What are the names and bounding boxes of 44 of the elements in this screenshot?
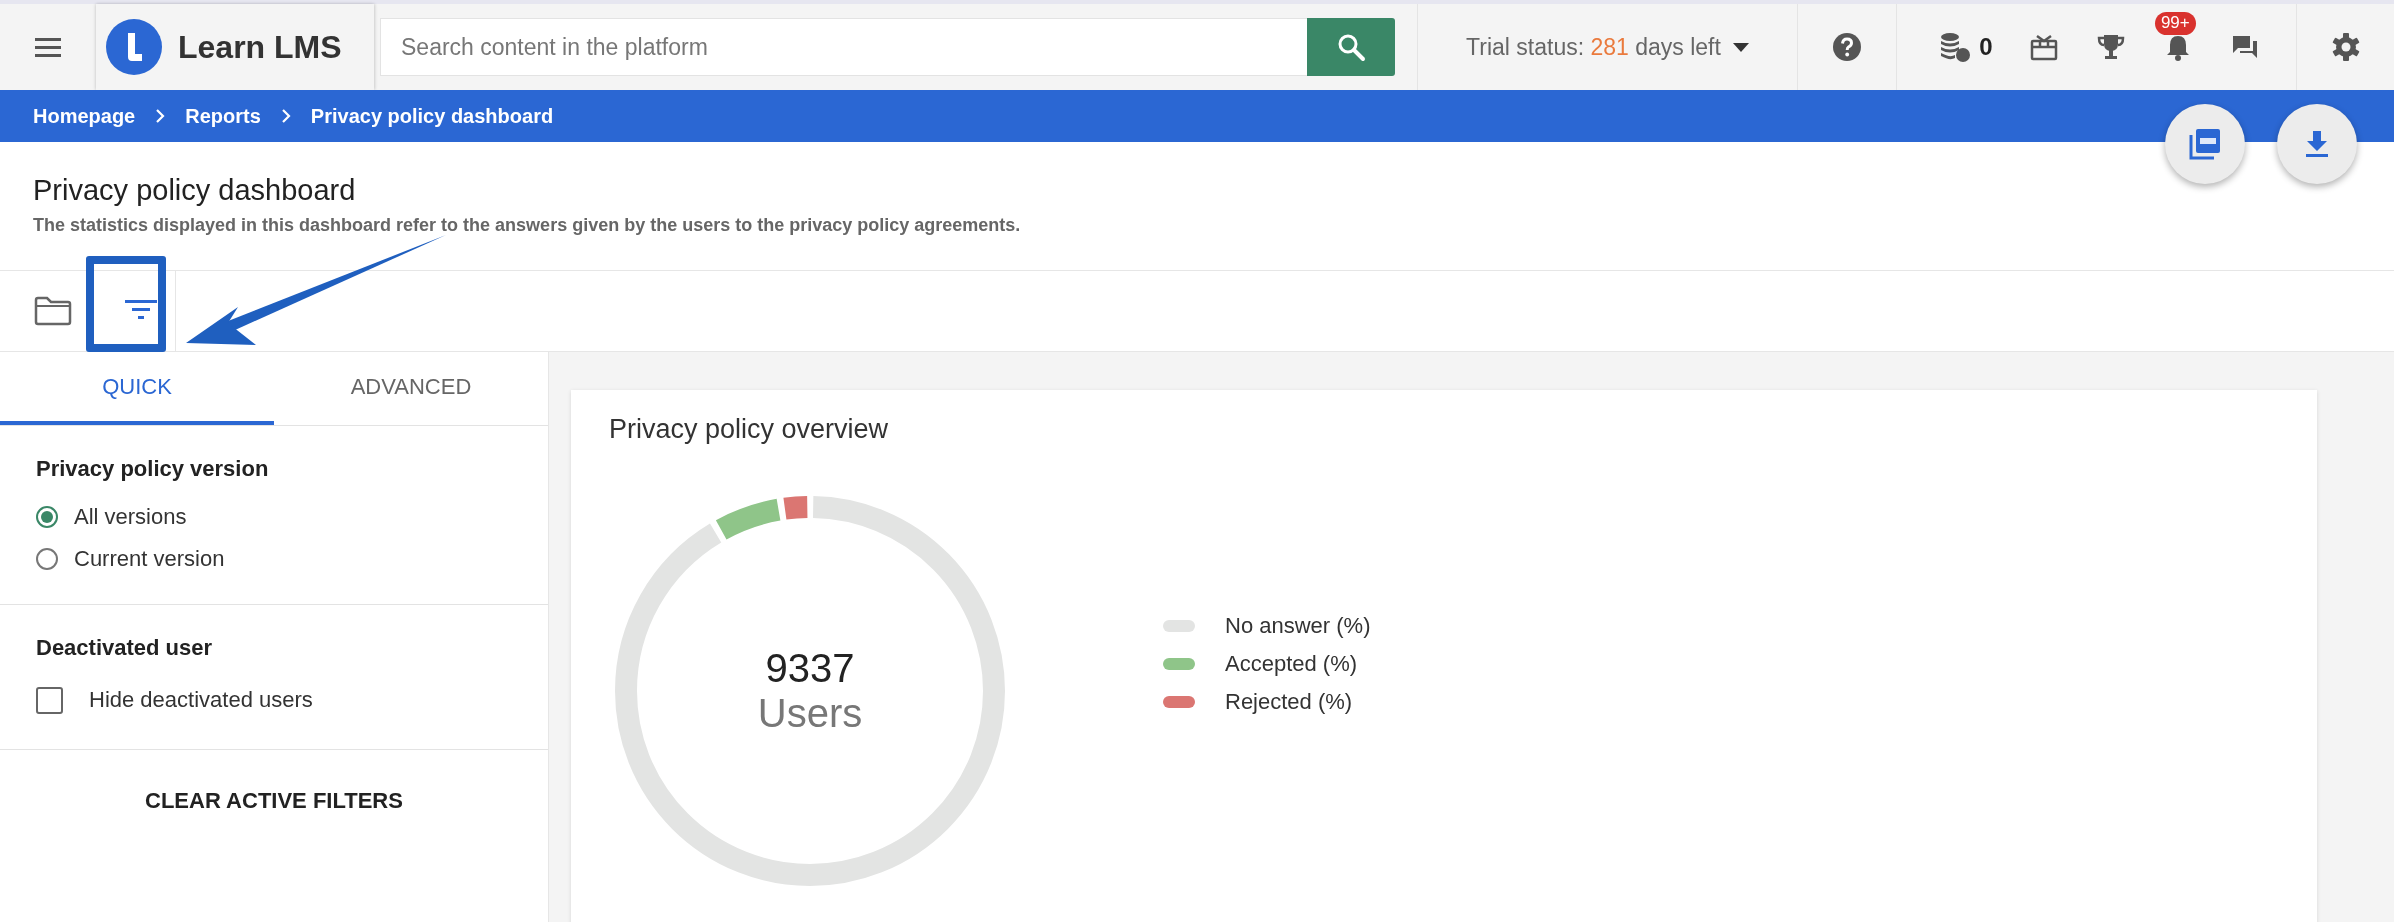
pdf-icon xyxy=(2188,127,2222,161)
checkbox-option[interactable]: Hide deactivated users xyxy=(36,675,512,725)
download-button[interactable] xyxy=(2277,104,2357,184)
download-icon xyxy=(2304,130,2330,158)
filter-section-title: Deactivated user xyxy=(36,635,214,661)
filter-section-title: Privacy policy version xyxy=(36,456,270,482)
filter-tab[interactable]: ADVANCED xyxy=(274,352,548,425)
chevron-icon xyxy=(280,108,291,124)
help-icon[interactable] xyxy=(1832,32,1862,62)
filter-icon xyxy=(124,300,157,322)
search-icon xyxy=(1336,32,1366,62)
folder-icon xyxy=(34,296,72,326)
coin-count: 0 xyxy=(1979,33,1993,61)
legend-label: Accepted (%) xyxy=(1225,650,1358,677)
radio-button[interactable] xyxy=(36,548,58,570)
caret-icon xyxy=(1732,42,1749,52)
coins-icon[interactable] xyxy=(1939,31,1972,63)
legend-label: Rejected (%) xyxy=(1225,688,1353,715)
gift-icon[interactable] xyxy=(2029,32,2060,62)
radio-option[interactable]: Current version xyxy=(36,538,512,580)
breadcrumb-link[interactable]: Privacy policy dashboard xyxy=(310,104,554,128)
card-title: Privacy policy overview xyxy=(609,414,890,445)
menu-icon xyxy=(35,37,61,57)
page-description: The statistics displayed in this dashboard refer to the answers given by the users to the privacy policy agreements. xyxy=(33,215,1022,236)
radio-option[interactable]: All versions xyxy=(36,496,512,538)
chevron-icon xyxy=(155,108,166,124)
page-title: Privacy policy dashboard xyxy=(33,174,357,207)
total-label: Users xyxy=(757,691,863,736)
settings-icon[interactable] xyxy=(2330,32,2361,62)
radio-button[interactable] xyxy=(36,506,58,528)
checkbox[interactable] xyxy=(36,686,63,714)
clear-filters-button[interactable]: CLEAR ACTIVE FILTERS xyxy=(145,788,403,814)
pdf-export-button[interactable] xyxy=(2165,104,2245,184)
total-count: 9337 xyxy=(765,646,855,691)
trophy-icon[interactable] xyxy=(2096,32,2127,62)
legend-label: No answer (%) xyxy=(1225,612,1371,639)
breadcrumb-link[interactable]: Homepage xyxy=(33,104,136,128)
app-name: Learn LMS xyxy=(178,28,342,66)
filter-tab[interactable]: QUICK xyxy=(0,352,274,425)
logo-icon[interactable] xyxy=(104,17,164,77)
search-field[interactable]: Search content in the platform xyxy=(380,18,1307,76)
breadcrumb-link[interactable]: Reports xyxy=(185,104,261,128)
search-button[interactable] xyxy=(1307,18,1395,76)
notification-badge: 99+ xyxy=(2154,12,2196,35)
